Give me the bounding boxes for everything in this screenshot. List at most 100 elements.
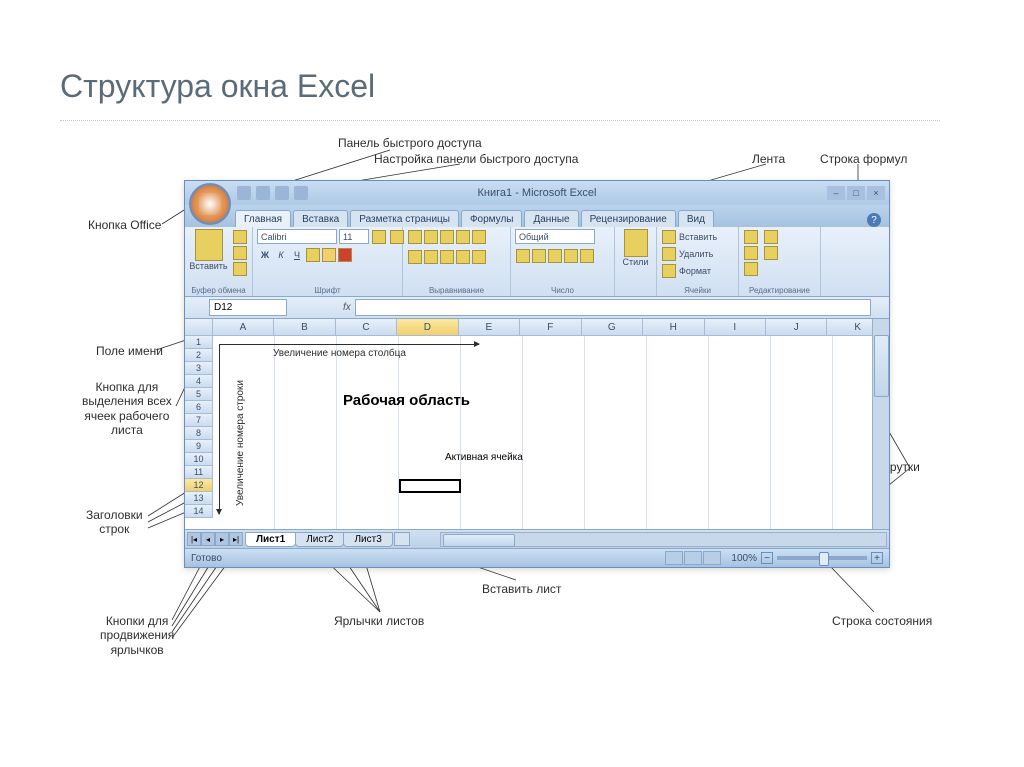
col-header-c[interactable]: C	[336, 319, 397, 336]
clear-icon[interactable]	[744, 262, 758, 276]
maximize-button[interactable]: □	[847, 186, 865, 200]
nav-last-icon[interactable]: ▸|	[229, 532, 243, 546]
number-format-select[interactable]: Общий	[515, 229, 595, 244]
row-header[interactable]: 2	[185, 349, 213, 362]
col-header-e[interactable]: E	[459, 319, 520, 336]
font-color-icon[interactable]	[338, 248, 352, 262]
align-center-icon[interactable]	[424, 250, 438, 264]
row-header[interactable]: 6	[185, 401, 213, 414]
cut-icon[interactable]	[233, 230, 247, 244]
view-page-break-icon[interactable]	[703, 551, 721, 565]
decrease-indent-icon[interactable]	[456, 250, 470, 264]
col-header-j[interactable]: J	[766, 319, 827, 336]
tab-insert[interactable]: Вставка	[293, 210, 348, 227]
underline-button[interactable]: Ч	[290, 248, 304, 262]
format-cells-icon[interactable]	[662, 264, 676, 278]
align-middle-icon[interactable]	[424, 230, 438, 244]
delete-cells-icon[interactable]	[662, 247, 676, 261]
zoom-in-button[interactable]: +	[871, 552, 883, 564]
align-bottom-icon[interactable]	[440, 230, 454, 244]
row-header[interactable]: 3	[185, 362, 213, 375]
col-header-i[interactable]: I	[705, 319, 766, 336]
help-icon[interactable]: ?	[867, 213, 881, 227]
increase-decimal-icon[interactable]	[564, 249, 578, 263]
close-button[interactable]: ×	[867, 186, 885, 200]
view-normal-icon[interactable]	[665, 551, 683, 565]
autosum-icon[interactable]	[744, 230, 758, 244]
tab-review[interactable]: Рецензирование	[581, 210, 676, 227]
vertical-scrollbar[interactable]	[872, 319, 889, 529]
row-header[interactable]: 4	[185, 375, 213, 388]
col-header-g[interactable]: G	[582, 319, 643, 336]
decrease-decimal-icon[interactable]	[580, 249, 594, 263]
styles-button[interactable]: Стили	[619, 229, 652, 267]
sheet-tab-2[interactable]: Лист2	[295, 532, 344, 547]
bold-button[interactable]: Ж	[258, 248, 272, 262]
paste-button[interactable]: Вставить	[189, 229, 228, 271]
qat-save-icon[interactable]	[237, 186, 251, 200]
active-cell[interactable]	[399, 479, 461, 493]
fill-icon[interactable]	[744, 246, 758, 260]
insert-cells-icon[interactable]	[662, 230, 676, 244]
minimize-button[interactable]: –	[827, 186, 845, 200]
percent-icon[interactable]	[532, 249, 546, 263]
font-name-select[interactable]: Calibri	[257, 229, 337, 244]
row-header[interactable]: 14	[185, 505, 213, 518]
new-sheet-button[interactable]	[394, 532, 410, 546]
nav-next-icon[interactable]: ▸	[215, 532, 229, 546]
col-header-h[interactable]: H	[643, 319, 704, 336]
cell-grid[interactable]: Увеличение номера столбца Увеличение ном…	[213, 336, 889, 529]
grow-font-icon[interactable]	[372, 230, 386, 244]
qat-undo-icon[interactable]	[256, 186, 270, 200]
align-right-icon[interactable]	[440, 250, 454, 264]
align-left-icon[interactable]	[408, 250, 422, 264]
border-icon[interactable]	[306, 248, 320, 262]
orientation-icon[interactable]	[456, 230, 470, 244]
align-top-icon[interactable]	[408, 230, 422, 244]
currency-icon[interactable]	[516, 249, 530, 263]
row-header[interactable]: 12	[185, 479, 213, 492]
row-header[interactable]: 9	[185, 440, 213, 453]
sheet-tab-1[interactable]: Лист1	[245, 532, 296, 547]
wrap-text-icon[interactable]	[472, 230, 486, 244]
tab-view[interactable]: Вид	[678, 210, 714, 227]
row-header[interactable]: 11	[185, 466, 213, 479]
select-all-button[interactable]	[185, 319, 213, 336]
row-header[interactable]: 1	[185, 336, 213, 349]
find-select-icon[interactable]	[764, 246, 778, 260]
row-header[interactable]: 13	[185, 492, 213, 505]
merge-icon[interactable]	[472, 250, 486, 264]
fx-icon[interactable]: fx	[343, 302, 351, 313]
zoom-slider[interactable]	[777, 556, 867, 560]
name-box[interactable]: D12	[209, 299, 287, 316]
col-header-a[interactable]: A	[213, 319, 274, 336]
nav-prev-icon[interactable]: ◂	[201, 532, 215, 546]
col-header-b[interactable]: B	[274, 319, 335, 336]
sort-filter-icon[interactable]	[764, 230, 778, 244]
horizontal-scrollbar[interactable]	[440, 532, 887, 547]
tab-formulas[interactable]: Формулы	[461, 210, 523, 227]
office-button[interactable]	[189, 183, 231, 225]
tab-home[interactable]: Главная	[235, 210, 291, 227]
sheet-tab-3[interactable]: Лист3	[343, 532, 392, 547]
qat-redo-icon[interactable]	[275, 186, 289, 200]
view-page-layout-icon[interactable]	[684, 551, 702, 565]
font-size-select[interactable]: 11	[339, 229, 369, 244]
format-painter-icon[interactable]	[233, 262, 247, 276]
formula-bar[interactable]	[355, 299, 871, 316]
row-header[interactable]: 5	[185, 388, 213, 401]
fill-color-icon[interactable]	[322, 248, 336, 262]
comma-icon[interactable]	[548, 249, 562, 263]
shrink-font-icon[interactable]	[390, 230, 404, 244]
italic-button[interactable]: К	[274, 248, 288, 262]
col-header-f[interactable]: F	[520, 319, 581, 336]
tab-page-layout[interactable]: Разметка страницы	[350, 210, 459, 227]
row-header[interactable]: 10	[185, 453, 213, 466]
row-header[interactable]: 8	[185, 427, 213, 440]
qat-customize-icon[interactable]	[294, 186, 308, 200]
tab-data[interactable]: Данные	[524, 210, 578, 227]
zoom-out-button[interactable]: −	[761, 552, 773, 564]
col-header-d[interactable]: D	[397, 319, 458, 336]
row-header[interactable]: 7	[185, 414, 213, 427]
nav-first-icon[interactable]: |◂	[187, 532, 201, 546]
